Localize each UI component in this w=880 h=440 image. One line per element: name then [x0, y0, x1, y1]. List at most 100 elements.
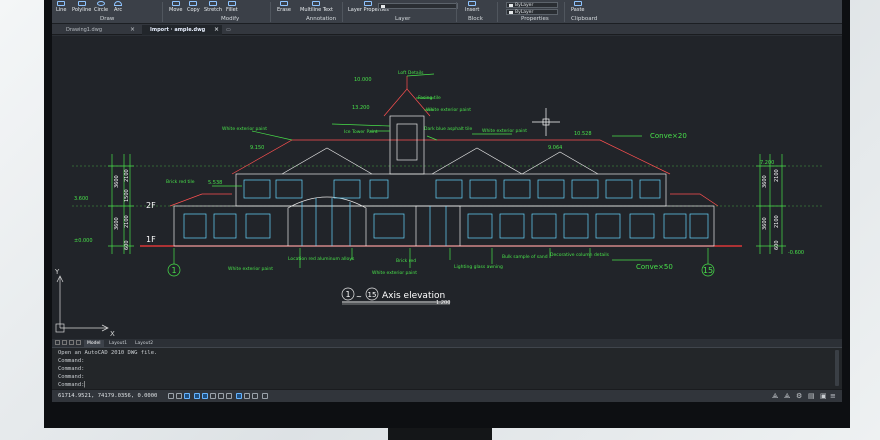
line-tool[interactable]: Line	[56, 1, 66, 13]
monitor-stand	[388, 426, 492, 440]
polyline-icon	[77, 1, 86, 6]
level-tag: 7.200	[760, 160, 774, 166]
building-elevation	[169, 76, 719, 247]
tab-drawing1[interactable]: Drawing1.dwg ×	[58, 25, 138, 35]
dimension-text: 2100	[774, 215, 780, 228]
tab-import-ample[interactable]: Import · ample.dwg ×	[142, 25, 222, 35]
insert-icon	[468, 1, 477, 6]
command-history-line: Command:	[58, 366, 85, 372]
ribbon-divider	[270, 2, 271, 22]
tab-model[interactable]: Model	[84, 340, 104, 347]
polyline-tool[interactable]: Polyline	[72, 1, 91, 13]
copy-icon	[189, 1, 198, 6]
ribbon-divider	[162, 2, 163, 22]
selection-cycling-toggle[interactable]	[244, 393, 250, 399]
tab-layout2[interactable]: Layout2	[132, 340, 156, 347]
drawing-scale: 1:200	[436, 300, 450, 306]
annotation-scale-icon[interactable]: ⟁	[772, 392, 778, 400]
circle-icon	[97, 1, 106, 6]
paste-tool[interactable]: Paste	[571, 1, 585, 13]
annotation-monitor-toggle[interactable]	[252, 393, 258, 399]
fullscreen-icon[interactable]: ▣	[820, 392, 827, 400]
annotation-label: White exterior paint	[222, 126, 267, 132]
dyn-toggle[interactable]	[218, 393, 224, 399]
tab-layout1[interactable]: Layout1	[106, 340, 130, 347]
dimension-text: 1500	[124, 189, 130, 202]
paste-icon	[573, 1, 582, 6]
file-tab-bar: Drawing1.dwg × Import · ample.dwg × ▭	[52, 24, 842, 35]
workspace-toggle[interactable]	[262, 393, 268, 399]
close-icon[interactable]: ×	[214, 25, 219, 35]
floor-label-2f: 2F	[146, 201, 156, 210]
stretch-tool[interactable]: Stretch	[204, 1, 222, 13]
title-axis-end: 15	[368, 291, 377, 299]
annotation-label: Conve×50	[636, 263, 673, 271]
circle-tool[interactable]: Circle	[94, 1, 108, 13]
group-modify-label: Modify	[221, 16, 240, 22]
customize-icon[interactable]: ≡	[830, 392, 836, 400]
linetype-bylayer-dropdown[interactable]: ByLayer	[506, 9, 558, 15]
text-icon	[312, 1, 321, 6]
command-history-line: Command:	[58, 374, 85, 380]
level-tag: ±0.000	[74, 238, 93, 244]
upper-windows	[243, 179, 661, 199]
copy-tool[interactable]: Copy	[187, 1, 200, 13]
annotation-label: White exterior paint	[372, 270, 417, 276]
fillet-icon	[227, 1, 236, 6]
arc-tool[interactable]: Arc	[114, 1, 122, 13]
close-icon[interactable]: ×	[130, 25, 135, 35]
polar-toggle[interactable]	[194, 393, 200, 399]
level-tag: 9.064	[548, 145, 562, 151]
group-annotation-label: Annotation	[306, 16, 337, 22]
insert-tool[interactable]: Insert	[465, 1, 479, 13]
annotation-visibility-icon[interactable]: ⟁	[784, 392, 790, 400]
prev-layout-icon[interactable]	[62, 340, 67, 345]
command-prompt[interactable]: Command:▏	[58, 382, 88, 388]
ribbon-divider	[497, 2, 498, 22]
command-scrollbar[interactable]	[835, 350, 839, 386]
elevation-drawing: 1 15 1 ~ 15 Axis elevation 1:200 2F 1F X…	[54, 70, 822, 338]
move-icon	[171, 1, 180, 6]
layout-tab-bar: Model Layout1 Layout2	[52, 339, 842, 347]
color-bylayer-dropdown[interactable]: ByLayer	[506, 2, 558, 8]
group-layer-label: Layer	[395, 16, 411, 22]
annotation-label: White exterior paint	[228, 266, 273, 272]
dimension-text: 2100	[124, 215, 130, 228]
osnap-toggle[interactable]	[202, 393, 208, 399]
new-tab-button[interactable]: ▭	[224, 25, 234, 35]
next-layout-icon[interactable]	[69, 340, 74, 345]
ucs-x-label: X	[110, 330, 115, 338]
status-bar: 61714.9521, 74179.0356, 0.0000 ⟁ ⟁ ⚙ ▤ ▣…	[52, 389, 842, 402]
erase-tool[interactable]: Erase	[277, 1, 291, 13]
annotation-leaders	[108, 73, 786, 268]
dimension-text: 600	[124, 240, 130, 250]
last-layout-icon[interactable]	[76, 340, 81, 345]
level-tag: 10.000	[354, 77, 372, 83]
ortho-toggle[interactable]	[184, 393, 190, 399]
lineweight-toggle[interactable]	[226, 393, 232, 399]
ribbon-divider	[456, 2, 457, 22]
level-tag: 9.150	[250, 145, 264, 151]
move-tool[interactable]: Move	[169, 1, 182, 13]
annotation-label: Brick red tile	[166, 179, 195, 185]
lock-icon[interactable]: ▤	[808, 392, 815, 400]
transparency-toggle[interactable]	[236, 393, 242, 399]
fillet-tool[interactable]: Fillet	[226, 1, 238, 13]
group-clipboard-label: Clipboard	[571, 16, 598, 22]
layer-dropdown[interactable]	[378, 3, 458, 9]
command-window[interactable]: Open an AutoCAD 2010 DWG file. Command: …	[52, 347, 842, 389]
axis-label-left: 1	[171, 266, 176, 275]
snap-toggle[interactable]	[168, 393, 174, 399]
cursor-coordinates: 61714.9521, 74179.0356, 0.0000	[58, 393, 158, 399]
dimension-text: 3600	[114, 175, 120, 188]
ucs-y-label: Y	[54, 268, 60, 276]
otrack-toggle[interactable]	[210, 393, 216, 399]
multiline-text-tool[interactable]: Multiline Text	[300, 1, 333, 13]
first-layout-icon[interactable]	[55, 340, 60, 345]
group-draw-label: Draw	[100, 16, 115, 22]
annotation-label: Facing tile	[418, 95, 441, 101]
grid-toggle[interactable]	[176, 393, 182, 399]
annotation-label: Lighting glass awning	[454, 264, 503, 270]
workspace-icon[interactable]: ⚙	[796, 392, 802, 400]
drawing-canvas[interactable]: 1 15 1 ~ 15 Axis elevation 1:200 2F 1F X…	[52, 36, 842, 340]
